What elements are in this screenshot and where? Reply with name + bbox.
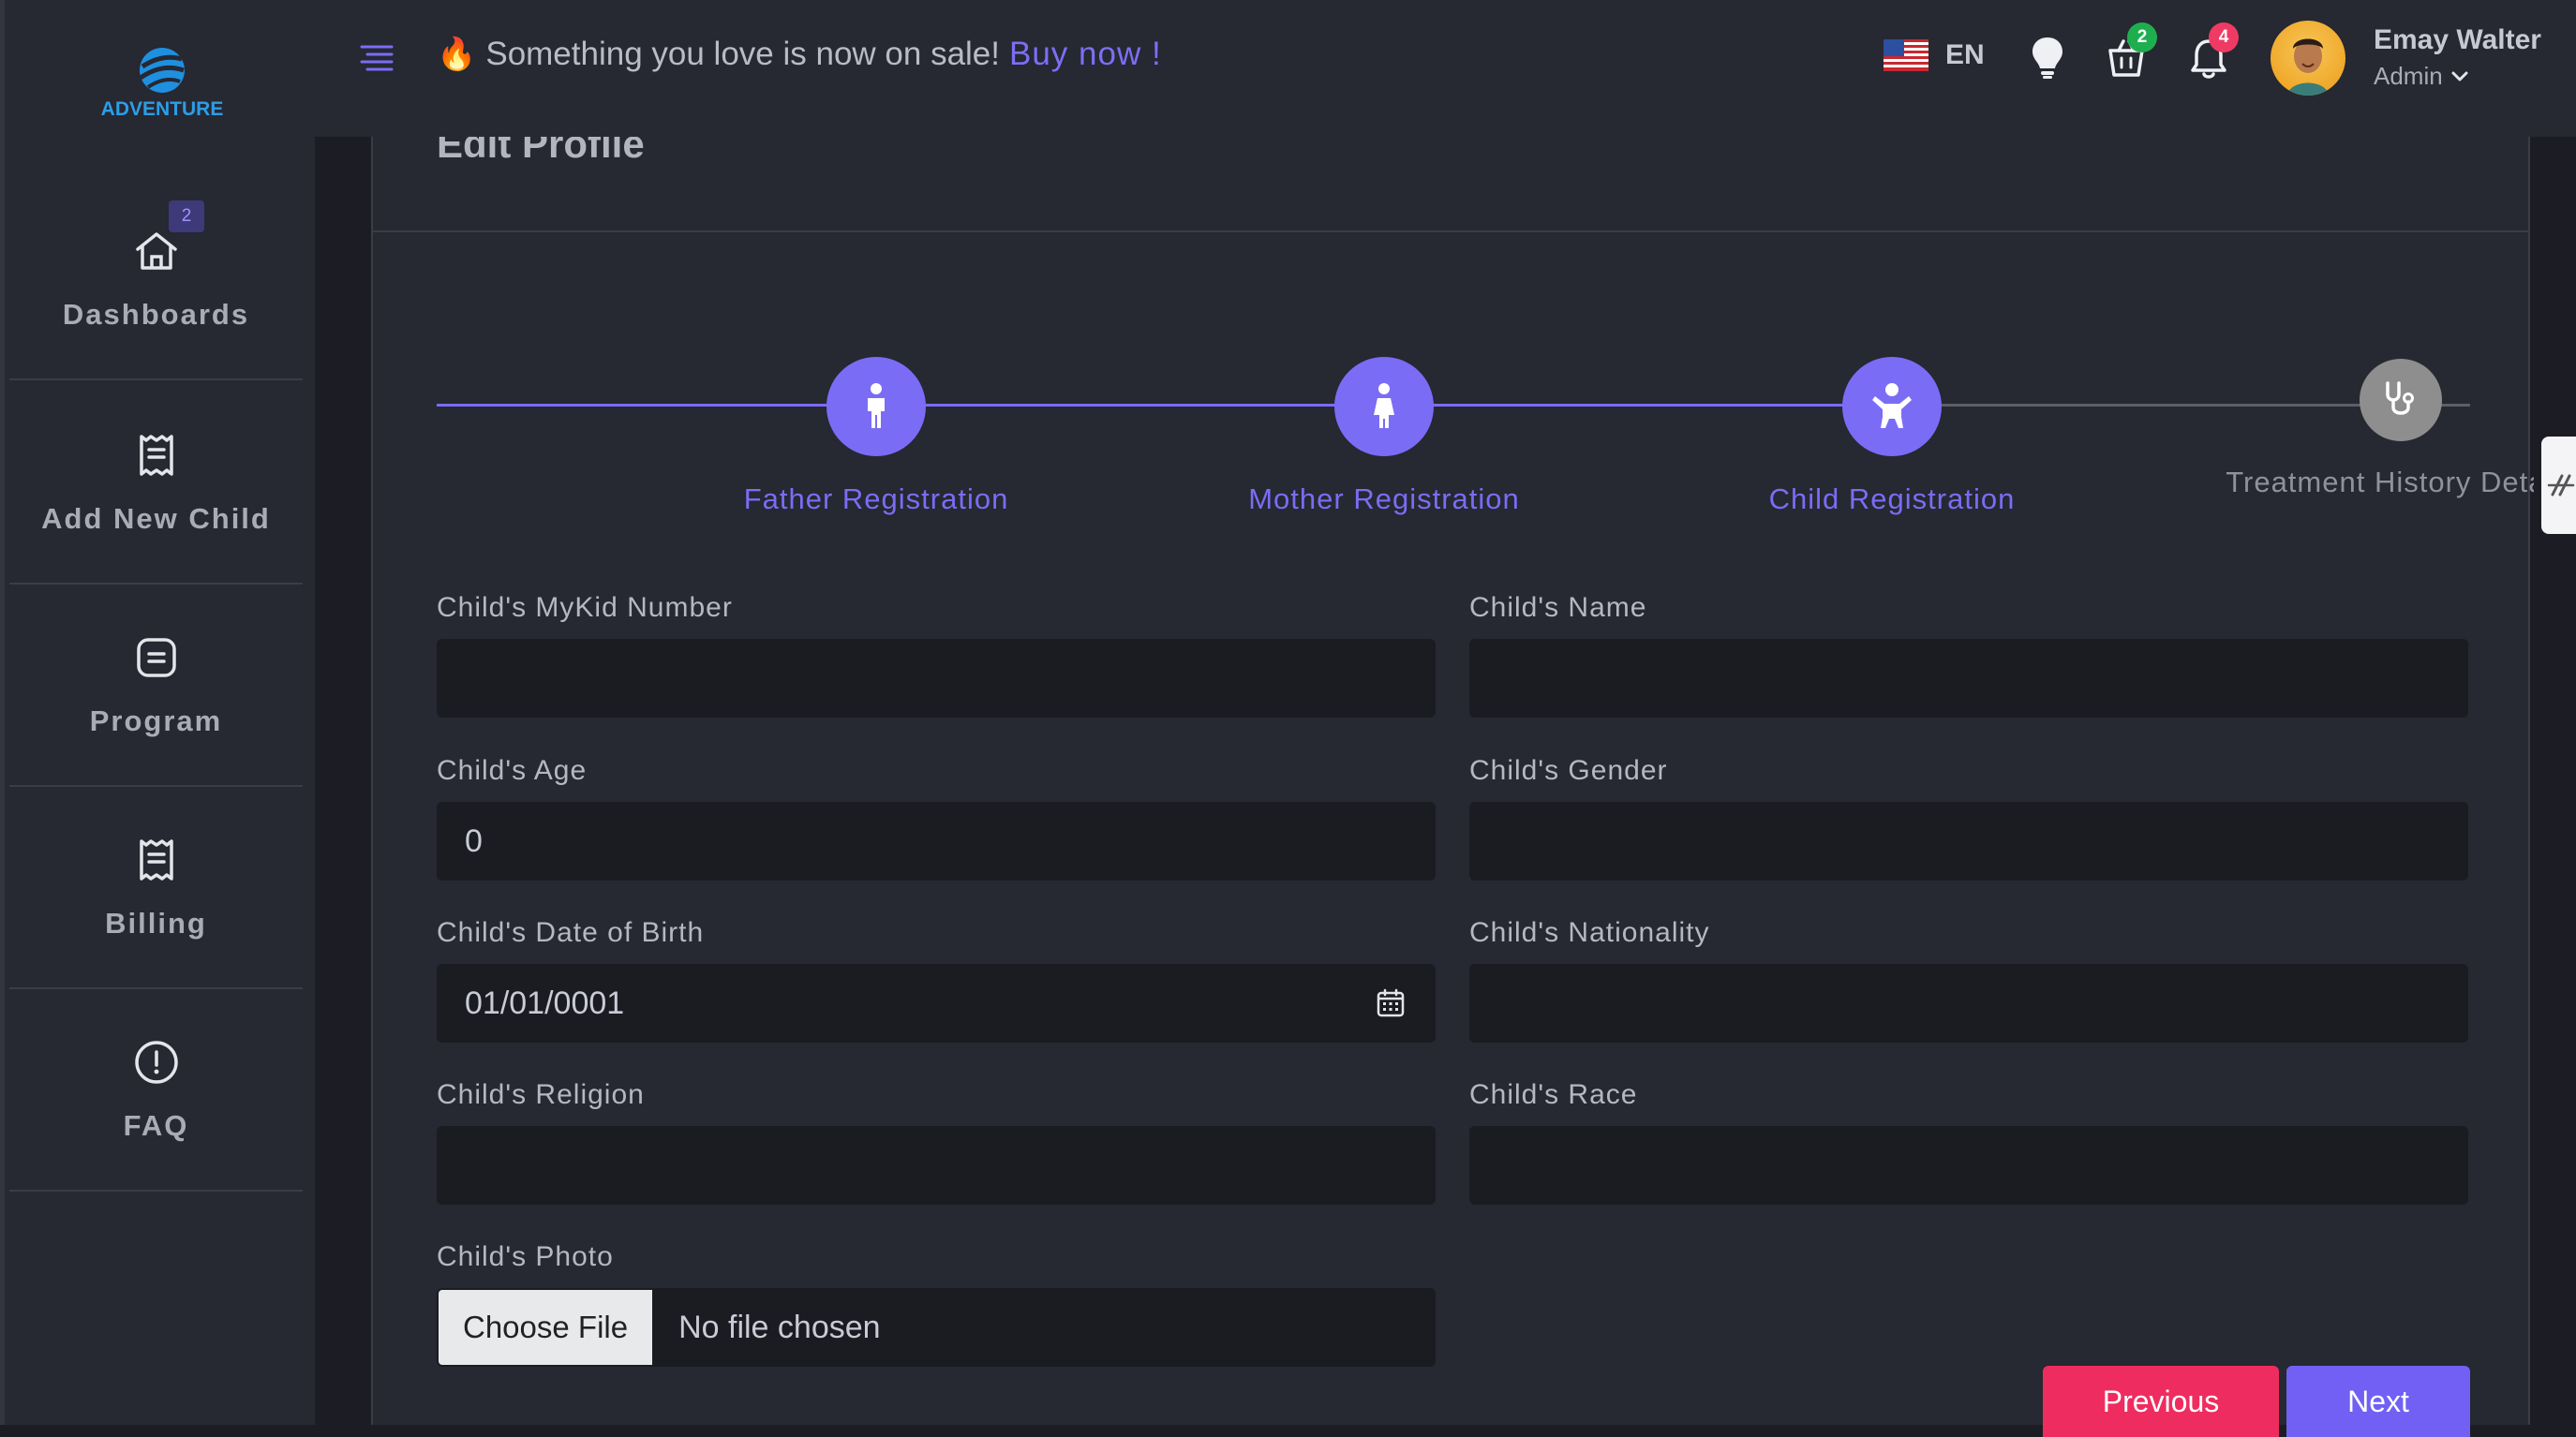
child-nationality-label: Child's Nationality	[1469, 917, 1710, 948]
receipt-icon	[139, 839, 173, 881]
sidebar-item-program[interactable]: Program	[9, 585, 303, 787]
child-icon	[1872, 383, 1912, 428]
user-role-label: Admin	[2374, 62, 2443, 90]
sidebar-item-add-new-child[interactable]: Add New Child	[9, 382, 303, 585]
child-photo-label: Child's Photo	[437, 1241, 614, 1272]
step-child-registration[interactable]: Child Registration	[1705, 357, 2079, 516]
step-circle	[2360, 359, 2442, 441]
promo-banner: 🔥 Something you love is now on sale! Buy…	[437, 36, 1162, 73]
child-dob-input[interactable]: 01/01/0001	[437, 964, 1436, 1043]
sidebar-item-dashboards[interactable]: 2 Dashboards	[9, 178, 303, 380]
child-age-label: Child's Age	[437, 755, 588, 786]
step-label: Child Registration	[1768, 482, 2016, 515]
child-gender-input[interactable]	[1469, 802, 2468, 881]
receipt-icon	[139, 435, 173, 476]
calendar-icon[interactable]	[1376, 988, 1406, 1018]
child-photo-file-input[interactable]: Choose File No file chosen	[437, 1288, 1436, 1367]
avatar-person-icon	[2287, 38, 2329, 96]
step-circle	[1842, 357, 1942, 456]
sidebar: ADVENTURE 2 Dashboards Add New Child Pro…	[0, 0, 315, 1425]
child-dob-label: Child's Date of Birth	[437, 917, 705, 948]
next-button[interactable]: Next	[2286, 1366, 2470, 1437]
fire-icon: 🔥	[437, 37, 477, 72]
child-nationality-input[interactable]	[1469, 964, 2468, 1043]
sidebar-item-label: Billing	[105, 907, 207, 940]
step-circle	[1334, 357, 1434, 456]
logo[interactable]: ADVENTURE	[5, 0, 320, 187]
sidebar-item-label: FAQ	[123, 1109, 189, 1142]
menu-toggle-icon[interactable]	[358, 41, 395, 75]
chevron-down-icon	[2451, 71, 2468, 81]
stethoscope-icon	[2386, 381, 2414, 415]
lightbulb-icon[interactable]	[2026, 34, 2069, 81]
sidebar-item-label: Program	[89, 704, 223, 737]
user-name: Emay Walter	[2374, 24, 2541, 55]
previous-button[interactable]: Previous	[2043, 1366, 2279, 1437]
nav-badge: 2	[169, 200, 204, 232]
child-name-label: Child's Name	[1469, 592, 1647, 623]
child-race-input[interactable]	[1469, 1126, 2468, 1205]
page-title: Edit Profile	[437, 137, 645, 166]
step-circle	[826, 357, 926, 456]
person-dress-icon	[1374, 383, 1394, 428]
user-role-dropdown[interactable]: Admin	[2374, 62, 2469, 91]
logo-text: ADVENTURE	[100, 98, 224, 120]
step-label: Father Registration	[743, 482, 1009, 515]
sidebar-item-faq[interactable]: FAQ	[9, 989, 303, 1192]
step-label: Treatment History Details	[2226, 466, 2576, 498]
stepper-progress-line	[437, 404, 1927, 407]
sidebar-item-label: Add New Child	[41, 502, 271, 535]
avatar[interactable]	[2271, 21, 2345, 96]
step-mother-registration[interactable]: Mother Registration	[1197, 357, 1571, 516]
us-flag-icon[interactable]	[1884, 39, 1928, 71]
language-selector[interactable]: EN	[1945, 39, 1985, 71]
choose-file-button[interactable]: Choose File	[439, 1290, 653, 1365]
step-father-registration[interactable]: Father Registration	[689, 357, 1064, 516]
child-dob-value: 01/01/0001	[465, 985, 625, 1021]
alert-circle-icon	[134, 1041, 178, 1084]
top-header: 🔥 Something you love is now on sale! Buy…	[315, 0, 2576, 137]
cart-count-badge: 2	[2127, 22, 2157, 52]
sidebar-item-label: Dashboards	[62, 298, 250, 331]
promo-text: Something you love is now on sale!	[485, 36, 1000, 72]
home-icon	[135, 232, 177, 270]
child-age-input[interactable]: 0	[437, 802, 1436, 881]
customizer-tab[interactable]	[2541, 437, 2576, 534]
sidebar-item-billing[interactable]: Billing	[9, 787, 303, 989]
settings-toggle-icon	[2547, 474, 2575, 496]
logo-globe-icon	[139, 48, 185, 93]
card-header: Edit Profile	[373, 137, 2528, 232]
child-religion-input[interactable]	[437, 1126, 1436, 1205]
child-religion-label: Child's Religion	[437, 1079, 645, 1110]
step-treatment-history-details[interactable]: Treatment History Details	[2213, 358, 2576, 499]
child-gender-label: Child's Gender	[1469, 755, 1668, 786]
child-race-label: Child's Race	[1469, 1079, 1638, 1110]
person-icon	[868, 383, 885, 428]
note-icon	[136, 638, 176, 677]
file-status: No file chosen	[678, 1309, 881, 1345]
right-gutter	[2534, 137, 2576, 1425]
buy-now-link[interactable]: Buy now !	[1009, 36, 1162, 73]
mykid-number-input[interactable]	[437, 639, 1436, 718]
notification-count-badge: 4	[2209, 22, 2239, 52]
mykid-number-label: Child's MyKid Number	[437, 592, 733, 623]
step-label: Mother Registration	[1248, 482, 1520, 515]
child-name-input[interactable]	[1469, 639, 2468, 718]
edit-profile-card: Edit Profile Father Registration Mother …	[371, 137, 2575, 1437]
